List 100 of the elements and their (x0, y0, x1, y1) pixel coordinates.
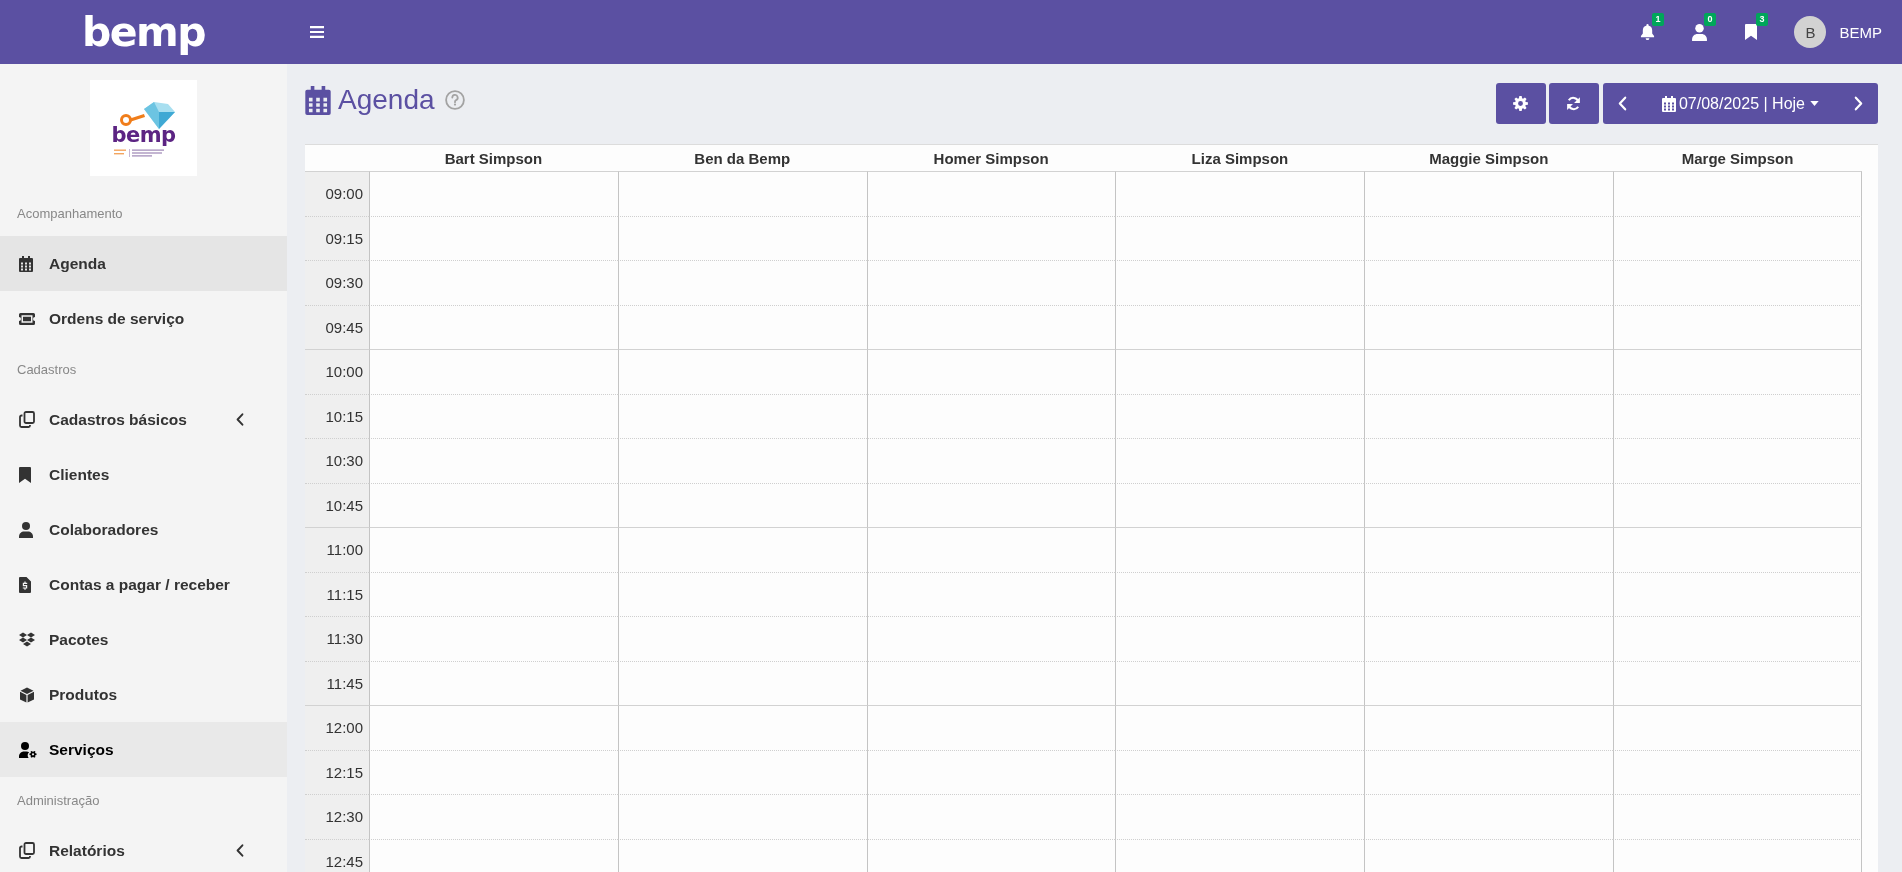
time-slot[interactable] (1364, 215, 1614, 260)
time-slot[interactable] (866, 482, 1116, 527)
time-slot[interactable] (369, 794, 618, 839)
time-slot[interactable] (1613, 304, 1862, 349)
time-slot[interactable] (617, 304, 867, 349)
time-slot[interactable] (1115, 794, 1365, 839)
time-slot[interactable] (1364, 393, 1614, 438)
time-slot[interactable] (1364, 571, 1614, 616)
nav-item[interactable]: Pacotes (0, 612, 287, 667)
time-slot[interactable] (617, 171, 867, 216)
time-slot[interactable] (1613, 393, 1862, 438)
time-slot[interactable] (617, 749, 867, 794)
nav-item[interactable]: Agenda (0, 236, 287, 291)
time-slot[interactable] (369, 527, 618, 572)
time-slot[interactable] (1613, 749, 1862, 794)
time-slot[interactable] (617, 482, 867, 527)
time-slot[interactable] (1115, 171, 1365, 216)
time-slot[interactable] (1613, 838, 1862, 872)
nav-item[interactable]: Cadastros básicos (0, 392, 287, 447)
previous-button[interactable] (1602, 83, 1643, 124)
time-slot[interactable] (866, 304, 1116, 349)
time-slot[interactable] (1613, 705, 1862, 750)
time-slot[interactable] (1115, 215, 1365, 260)
time-slot[interactable] (1115, 527, 1365, 572)
nav-item[interactable]: Produtos (0, 667, 287, 722)
time-slot[interactable] (369, 838, 618, 872)
time-slot[interactable] (866, 438, 1116, 483)
time-slot[interactable] (369, 304, 618, 349)
nav-item[interactable]: Relatórios (0, 823, 287, 872)
time-slot[interactable] (1364, 349, 1614, 394)
time-slot[interactable] (1364, 660, 1614, 705)
time-slot[interactable] (1364, 705, 1614, 750)
time-slot[interactable] (866, 171, 1116, 216)
time-slot[interactable] (617, 215, 867, 260)
help-icon[interactable] (444, 90, 465, 110)
time-slot[interactable] (1115, 482, 1365, 527)
settings-button[interactable] (1495, 83, 1546, 124)
time-slot[interactable] (866, 260, 1116, 305)
time-slot[interactable] (369, 660, 618, 705)
nav-item[interactable]: Ordens de serviço (0, 291, 287, 346)
date-picker-button[interactable]: 07/08/2025 | Hoje (1642, 83, 1838, 124)
time-slot[interactable] (617, 260, 867, 305)
time-slot[interactable] (1364, 616, 1614, 661)
time-slot[interactable] (1115, 304, 1365, 349)
time-slot[interactable] (369, 438, 618, 483)
time-slot[interactable] (369, 349, 618, 394)
time-slot[interactable] (1115, 838, 1365, 872)
time-slot[interactable] (1613, 482, 1862, 527)
time-slot[interactable] (866, 660, 1116, 705)
time-slot[interactable] (1115, 749, 1365, 794)
time-slot[interactable] (1613, 438, 1862, 483)
avatar[interactable]: B (1794, 16, 1827, 48)
time-slot[interactable] (369, 393, 618, 438)
next-button[interactable] (1838, 83, 1878, 124)
time-slot[interactable] (866, 527, 1116, 572)
time-slot[interactable] (369, 215, 618, 260)
time-slot[interactable] (617, 438, 867, 483)
time-slot[interactable] (1115, 349, 1365, 394)
time-slot[interactable] (1364, 438, 1614, 483)
time-slot[interactable] (1115, 260, 1365, 305)
time-slot[interactable] (1364, 527, 1614, 572)
time-slot[interactable] (617, 616, 867, 661)
time-slot[interactable] (617, 527, 867, 572)
time-slot[interactable] (1613, 260, 1862, 305)
time-slot[interactable] (369, 482, 618, 527)
time-slot[interactable] (866, 705, 1116, 750)
time-slot[interactable] (866, 838, 1116, 872)
time-slot[interactable] (1613, 660, 1862, 705)
time-slot[interactable] (617, 660, 867, 705)
time-slot[interactable] (617, 794, 867, 839)
time-slot[interactable] (1115, 571, 1365, 616)
time-slot[interactable] (617, 571, 867, 616)
nav-item[interactable]: Contas a pagar / receber (0, 557, 287, 612)
time-slot[interactable] (369, 749, 618, 794)
time-slot[interactable] (866, 215, 1116, 260)
time-slot[interactable] (1613, 349, 1862, 394)
time-slot[interactable] (1613, 215, 1862, 260)
time-slot[interactable] (866, 794, 1116, 839)
time-slot[interactable] (1613, 571, 1862, 616)
time-slot[interactable] (1364, 260, 1614, 305)
time-slot[interactable] (1364, 838, 1614, 872)
nav-item[interactable]: Serviços (0, 722, 287, 777)
time-slot[interactable] (1364, 794, 1614, 839)
time-slot[interactable] (1613, 527, 1862, 572)
time-slot[interactable] (1115, 616, 1365, 661)
time-slot[interactable] (866, 616, 1116, 661)
time-slot[interactable] (1364, 482, 1614, 527)
time-slot[interactable] (1115, 705, 1365, 750)
time-slot[interactable] (866, 393, 1116, 438)
time-slot[interactable] (1364, 304, 1614, 349)
user-name[interactable]: BEMP (1839, 23, 1882, 41)
time-slot[interactable] (617, 838, 867, 872)
time-slot[interactable] (369, 260, 618, 305)
time-slot[interactable] (369, 616, 618, 661)
refresh-button[interactable] (1548, 83, 1599, 124)
time-slot[interactable] (369, 571, 618, 616)
time-slot[interactable] (1613, 794, 1862, 839)
time-slot[interactable] (1115, 438, 1365, 483)
time-slot[interactable] (1613, 171, 1862, 216)
time-slot[interactable] (1115, 393, 1365, 438)
